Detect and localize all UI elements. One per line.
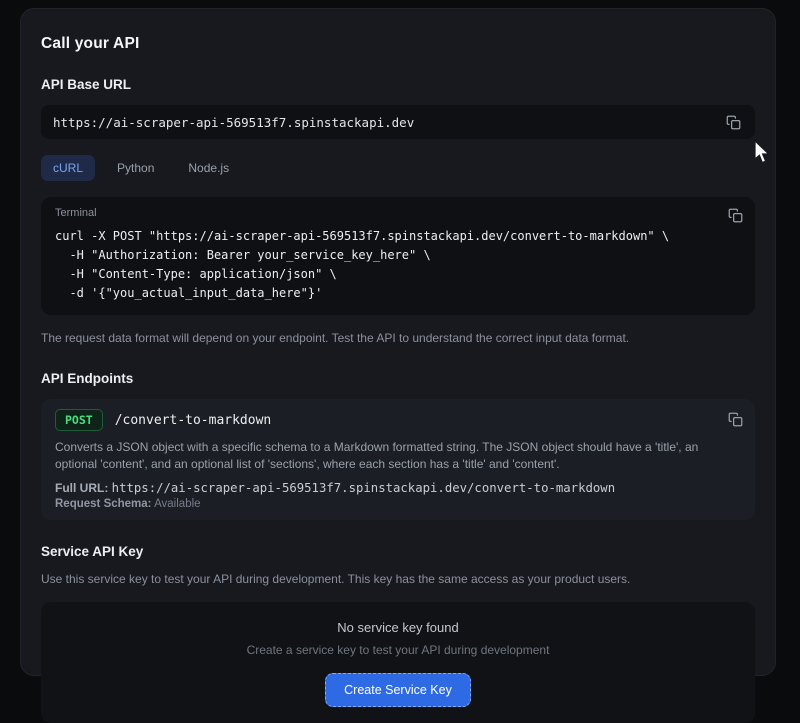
copy-icon bbox=[728, 412, 743, 427]
terminal-code-block: Terminal curl -X POST "https://ai-scrape… bbox=[41, 197, 755, 315]
api-endpoints-heading: API Endpoints bbox=[41, 371, 755, 386]
endpoint-full-url-row: Full URL: https://ai-scraper-api-569513f… bbox=[55, 481, 741, 495]
copy-terminal-button[interactable] bbox=[725, 205, 745, 225]
call-your-api-panel: Call your API API Base URL https://ai-sc… bbox=[20, 8, 776, 676]
terminal-title: Terminal bbox=[55, 207, 741, 219]
copy-endpoint-button[interactable] bbox=[725, 409, 745, 429]
curl-command-line: -d '{"you_actual_input_data_here"}' bbox=[55, 284, 741, 303]
copy-icon bbox=[728, 208, 743, 223]
curl-command-line: curl -X POST "https://ai-scraper-api-569… bbox=[55, 227, 741, 246]
tab-curl[interactable]: cURL bbox=[41, 155, 95, 181]
service-key-description: Use this service key to test your API du… bbox=[41, 572, 755, 586]
method-badge: POST bbox=[55, 409, 103, 431]
no-service-key-box: No service key found Create a service ke… bbox=[41, 602, 755, 723]
create-service-key-button[interactable]: Create Service Key bbox=[325, 673, 471, 707]
service-api-key-heading: Service API Key bbox=[41, 544, 755, 559]
full-url-label: Full URL: bbox=[55, 481, 108, 495]
copy-base-url-button[interactable] bbox=[723, 112, 743, 132]
api-base-url-heading: API Base URL bbox=[41, 77, 755, 92]
request-format-note: The request data format will depend on y… bbox=[41, 331, 755, 345]
code-language-tabs: cURL Python Node.js bbox=[41, 155, 755, 181]
endpoint-card: POST /convert-to-markdown Converts a JSO… bbox=[41, 399, 755, 520]
request-schema-label: Request Schema: bbox=[55, 498, 152, 510]
api-base-url-block: https://ai-scraper-api-569513f7.spinstac… bbox=[41, 105, 755, 139]
tab-python[interactable]: Python bbox=[105, 155, 166, 181]
endpoint-schema-row: Request Schema: Available bbox=[55, 498, 741, 510]
full-url-value: https://ai-scraper-api-569513f7.spinstac… bbox=[112, 481, 615, 495]
api-base-url-value: https://ai-scraper-api-569513f7.spinstac… bbox=[53, 115, 414, 130]
curl-command-line: -H "Content-Type: application/json" \ bbox=[55, 265, 741, 284]
page-title: Call your API bbox=[41, 35, 755, 53]
tab-nodejs[interactable]: Node.js bbox=[176, 155, 241, 181]
endpoint-description: Converts a JSON object with a specific s… bbox=[55, 439, 741, 473]
endpoint-path: /convert-to-markdown bbox=[115, 413, 272, 428]
no-service-key-title: No service key found bbox=[61, 620, 735, 635]
curl-command: curl -X POST "https://ai-scraper-api-569… bbox=[55, 227, 741, 303]
endpoint-header: POST /convert-to-markdown bbox=[55, 409, 741, 431]
request-schema-value: Available bbox=[154, 498, 200, 510]
curl-command-line: -H "Authorization: Bearer your_service_k… bbox=[55, 246, 741, 265]
no-service-key-subtitle: Create a service key to test your API du… bbox=[61, 643, 735, 657]
copy-icon bbox=[726, 115, 741, 130]
